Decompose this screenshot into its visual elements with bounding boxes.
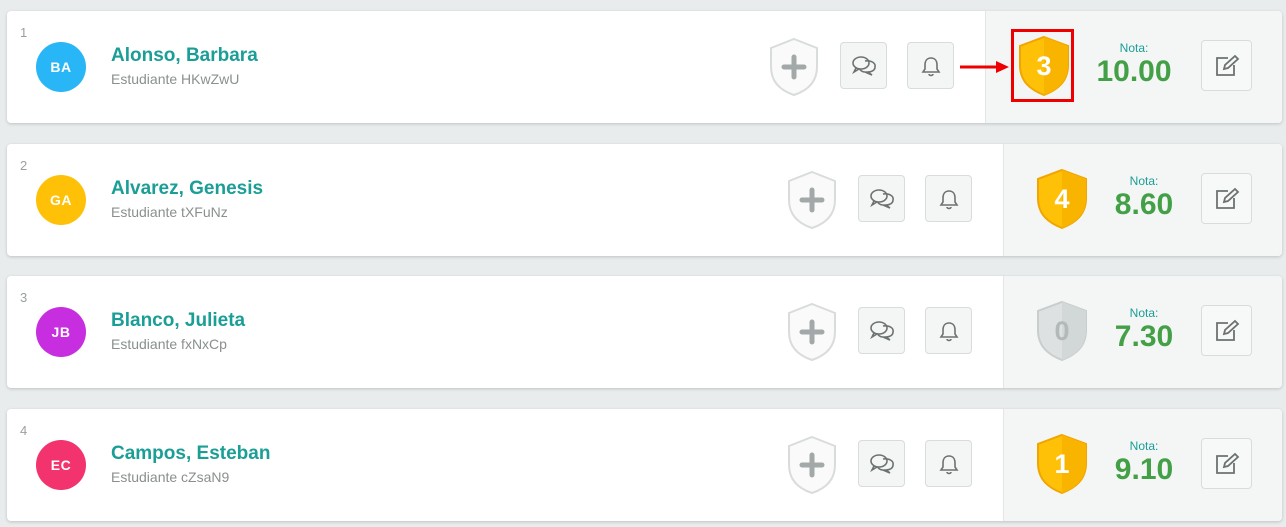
notify-button[interactable] [907, 42, 954, 89]
edit-grade-button[interactable] [1201, 173, 1252, 224]
medal-badge[interactable]: 4 [1034, 168, 1090, 230]
edit-icon [1215, 187, 1239, 209]
plus-shield-icon [788, 435, 836, 495]
medal-value: 4 [1054, 183, 1070, 214]
row-index: 4 [20, 423, 28, 438]
grade-label: Nota: [1129, 439, 1159, 453]
grade-panel: 4 Nota: 8.60 [1003, 144, 1282, 256]
add-points-button[interactable] [767, 37, 821, 97]
medal-badge[interactable]: 1 [1034, 433, 1090, 495]
avatar: EC [36, 440, 86, 490]
student-card: 2 GA Alvarez, Genesis Estudiante tXFuNz … [7, 144, 1282, 256]
plus-shield-icon [788, 170, 836, 230]
edit-grade-button[interactable] [1201, 305, 1252, 356]
grade-label: Nota: [1119, 41, 1149, 55]
annotation-arrow-icon [960, 61, 1009, 73]
grade-panel: 1 Nota: 9.10 [1003, 409, 1282, 521]
student-name[interactable]: Alvarez, Genesis [111, 178, 263, 200]
grade-value: 10.00 [1096, 55, 1172, 88]
notify-button[interactable] [925, 175, 972, 222]
row-index: 3 [20, 290, 28, 305]
grade-panel: 0 Nota: 7.30 [1003, 276, 1282, 388]
grade-label: Nota: [1129, 174, 1159, 188]
student-name[interactable]: Alonso, Barbara [111, 45, 258, 67]
comment-button[interactable] [858, 440, 905, 487]
bell-icon [939, 189, 958, 209]
bell-icon [921, 56, 940, 76]
student-card: 1 BA Alonso, Barbara Estudiante HKwZwU 3 [7, 11, 1282, 123]
student-name[interactable]: Blanco, Julieta [111, 310, 245, 332]
student-name[interactable]: Campos, Esteban [111, 443, 270, 465]
comment-button[interactable] [840, 42, 887, 89]
notify-button[interactable] [925, 307, 972, 354]
edit-icon [1215, 452, 1239, 474]
plus-shield-icon [788, 302, 836, 362]
comment-button[interactable] [858, 307, 905, 354]
comment-button[interactable] [858, 175, 905, 222]
row-index: 2 [20, 158, 28, 173]
plus-shield-icon [770, 37, 818, 97]
medal-badge[interactable]: 0 [1034, 300, 1090, 362]
grade-label: Nota: [1129, 306, 1159, 320]
add-points-button[interactable] [785, 435, 839, 495]
grade-value: 8.60 [1114, 188, 1174, 221]
chat-bubbles-icon [869, 188, 894, 209]
add-points-button[interactable] [785, 302, 839, 362]
student-card: 4 EC Campos, Esteban Estudiante cZsaN9 1 [7, 409, 1282, 521]
row-index: 1 [20, 25, 28, 40]
annotation-highlight-box [1011, 29, 1074, 102]
student-subtitle: Estudiante fxNxCp [111, 336, 227, 352]
edit-grade-button[interactable] [1201, 40, 1252, 91]
notify-button[interactable] [925, 440, 972, 487]
bell-icon [939, 454, 958, 474]
chat-bubbles-icon [869, 320, 894, 341]
avatar: GA [36, 175, 86, 225]
avatar: JB [36, 307, 86, 357]
edit-icon [1215, 54, 1239, 76]
grade-value: 9.10 [1114, 453, 1174, 486]
chat-bubbles-icon [851, 55, 876, 76]
medal-value: 0 [1054, 315, 1070, 346]
edit-grade-button[interactable] [1201, 438, 1252, 489]
add-points-button[interactable] [785, 170, 839, 230]
avatar: BA [36, 42, 86, 92]
student-subtitle: Estudiante cZsaN9 [111, 469, 230, 485]
chat-bubbles-icon [869, 453, 894, 474]
grade-value: 7.30 [1114, 320, 1174, 353]
student-card: 3 JB Blanco, Julieta Estudiante fxNxCp 0 [7, 276, 1282, 388]
medal-value: 1 [1054, 448, 1070, 479]
edit-icon [1215, 319, 1239, 341]
student-subtitle: Estudiante HKwZwU [111, 71, 240, 87]
bell-icon [939, 321, 958, 341]
student-subtitle: Estudiante tXFuNz [111, 204, 228, 220]
